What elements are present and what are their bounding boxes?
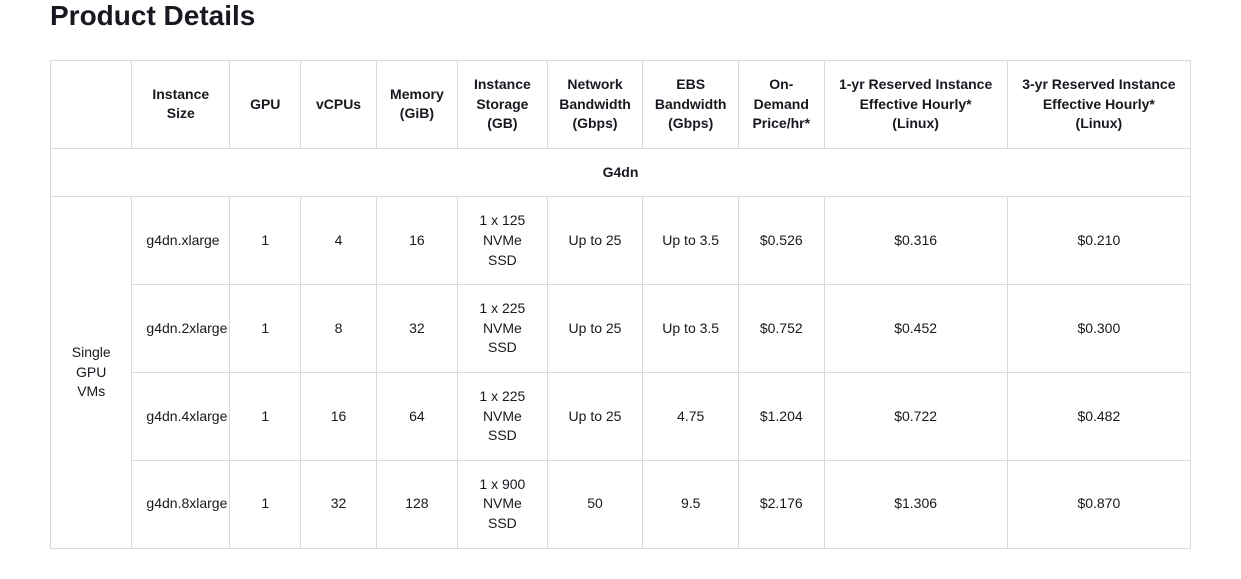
cell-memory: 128 [376, 460, 457, 548]
cell-reserved-1yr: $0.452 [824, 285, 1007, 373]
cell-reserved-1yr: $0.722 [824, 372, 1007, 460]
cell-vcpus: 8 [301, 285, 376, 373]
table-header-row: Instance Size GPU vCPUs Memory (GiB) Ins… [51, 61, 1191, 149]
col-header-storage: Instance Storage (GB) [458, 61, 548, 149]
cell-memory: 64 [376, 372, 457, 460]
cell-reserved-3yr: $0.482 [1007, 372, 1190, 460]
page-title: Product Details [50, 0, 1191, 32]
col-header-vcpus: vCPUs [301, 61, 376, 149]
cell-gpu: 1 [230, 197, 301, 285]
cell-storage: 1 x 225 NVMe SSD [458, 372, 548, 460]
cell-reserved-3yr: $0.870 [1007, 460, 1190, 548]
cell-vcpus: 4 [301, 197, 376, 285]
cell-gpu: 1 [230, 460, 301, 548]
cell-ondemand: $1.204 [739, 372, 825, 460]
col-header-instance-size: Instance Size [132, 61, 230, 149]
table-row: g4dn.8xlarge 1 32 128 1 x 900 NVMe SSD 5… [51, 460, 1191, 548]
cell-instance-size: g4dn.xlarge [132, 197, 230, 285]
col-header-rowgroup [51, 61, 132, 149]
cell-reserved-1yr: $0.316 [824, 197, 1007, 285]
cell-vcpus: 32 [301, 460, 376, 548]
col-header-reserved-3yr: 3-yr Reserved Instance Effective Hourly*… [1007, 61, 1190, 149]
cell-ebs: 9.5 [643, 460, 739, 548]
cell-reserved-1yr: $1.306 [824, 460, 1007, 548]
cell-network: Up to 25 [547, 197, 643, 285]
cell-memory: 32 [376, 285, 457, 373]
cell-network: 50 [547, 460, 643, 548]
cell-network: Up to 25 [547, 372, 643, 460]
cell-instance-size: g4dn.8xlarge [132, 460, 230, 548]
cell-instance-size: g4dn.2xlarge [132, 285, 230, 373]
cell-memory: 16 [376, 197, 457, 285]
cell-storage: 1 x 900 NVMe SSD [458, 460, 548, 548]
table-row: Single GPU VMs g4dn.xlarge 1 4 16 1 x 12… [51, 197, 1191, 285]
cell-ebs: 4.75 [643, 372, 739, 460]
instance-family-row: G4dn [51, 148, 1191, 197]
table-row: g4dn.2xlarge 1 8 32 1 x 225 NVMe SSD Up … [51, 285, 1191, 373]
cell-ebs: Up to 3.5 [643, 285, 739, 373]
instance-family-label: G4dn [51, 148, 1191, 197]
col-header-gpu: GPU [230, 61, 301, 149]
col-header-reserved-1yr: 1-yr Reserved Instance Effective Hourly*… [824, 61, 1007, 149]
cell-instance-size: g4dn.4xlarge [132, 372, 230, 460]
col-header-network: Network Bandwidth (Gbps) [547, 61, 643, 149]
col-header-ondemand: On-Demand Price/hr* [739, 61, 825, 149]
cell-storage: 1 x 225 NVMe SSD [458, 285, 548, 373]
row-group-label: Single GPU VMs [51, 197, 132, 548]
cell-ebs: Up to 3.5 [643, 197, 739, 285]
cell-ondemand: $0.526 [739, 197, 825, 285]
cell-reserved-3yr: $0.210 [1007, 197, 1190, 285]
cell-vcpus: 16 [301, 372, 376, 460]
cell-reserved-3yr: $0.300 [1007, 285, 1190, 373]
cell-gpu: 1 [230, 372, 301, 460]
cell-ondemand: $0.752 [739, 285, 825, 373]
col-header-ebs: EBS Bandwidth (Gbps) [643, 61, 739, 149]
cell-storage: 1 x 125 NVMe SSD [458, 197, 548, 285]
cell-network: Up to 25 [547, 285, 643, 373]
cell-ondemand: $2.176 [739, 460, 825, 548]
cell-gpu: 1 [230, 285, 301, 373]
col-header-memory: Memory (GiB) [376, 61, 457, 149]
product-details-table: Instance Size GPU vCPUs Memory (GiB) Ins… [50, 60, 1191, 549]
table-row: g4dn.4xlarge 1 16 64 1 x 225 NVMe SSD Up… [51, 372, 1191, 460]
